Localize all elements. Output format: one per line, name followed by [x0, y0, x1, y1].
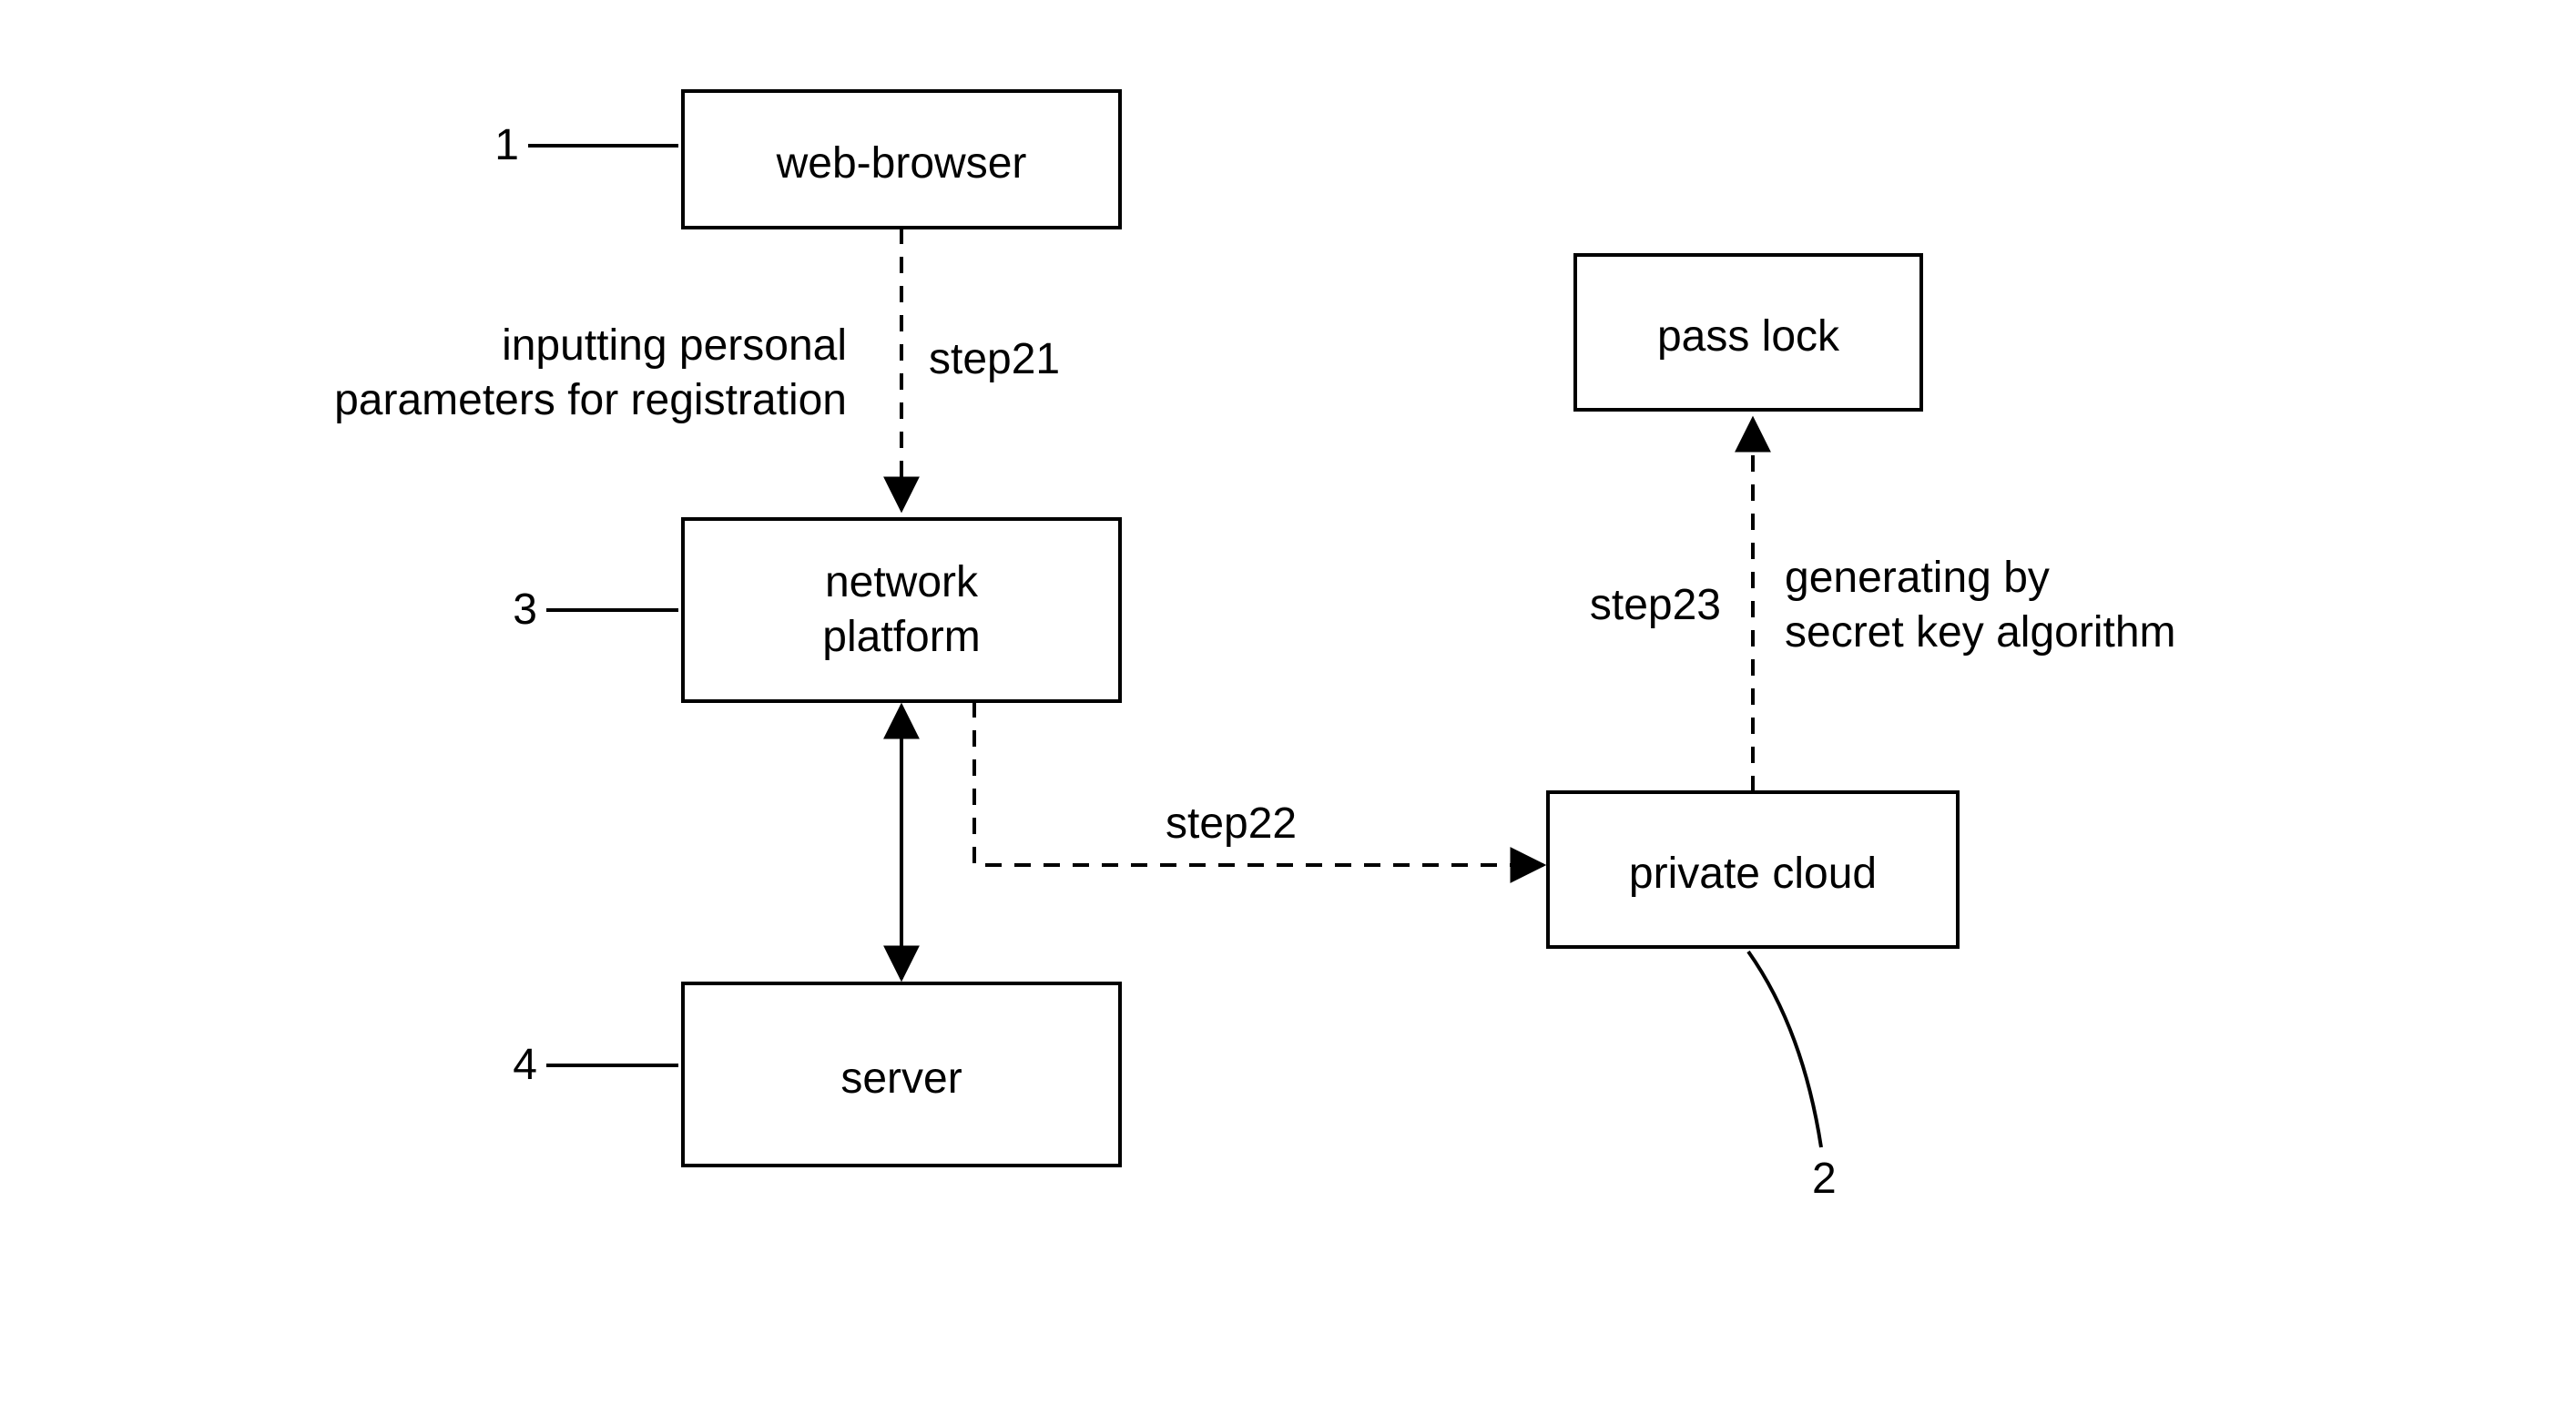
edge-step21-sidelabel-line1: inputting personal [502, 321, 847, 370]
ref-2: 2 [1812, 1155, 1837, 1203]
ref-4: 4 [513, 1041, 537, 1089]
node-pass-lock-label: pass lock [1657, 312, 1840, 361]
node-web-browser: web-browser [683, 91, 1120, 228]
edge-step21-sidelabel-line2: parameters for registration [334, 376, 847, 424]
ref-3: 3 [513, 585, 537, 634]
node-server: server [683, 983, 1120, 1166]
node-network-platform-label-line2: platform [822, 613, 980, 661]
node-server-label: server [840, 1054, 962, 1103]
edge-step23-sidelabel-line1: generating by [1785, 554, 2050, 602]
ref-1: 1 [494, 121, 519, 169]
node-network-platform-label-line1: network [825, 558, 979, 606]
node-private-cloud: private cloud [1548, 792, 1958, 947]
node-pass-lock: pass lock [1575, 255, 1921, 410]
node-web-browser-label: web-browser [776, 139, 1027, 188]
leader-2 [1748, 952, 1821, 1147]
edge-step21-label: step21 [929, 335, 1060, 383]
edge-step23-sidelabel-line2: secret key algorithm [1785, 608, 2176, 657]
diagram-canvas: web-browser network platform network pla… [0, 0, 2576, 1405]
edge-step23-label: step23 [1590, 581, 1721, 629]
node-private-cloud-label: private cloud [1629, 850, 1877, 898]
edge-step22-label: step22 [1166, 799, 1297, 848]
